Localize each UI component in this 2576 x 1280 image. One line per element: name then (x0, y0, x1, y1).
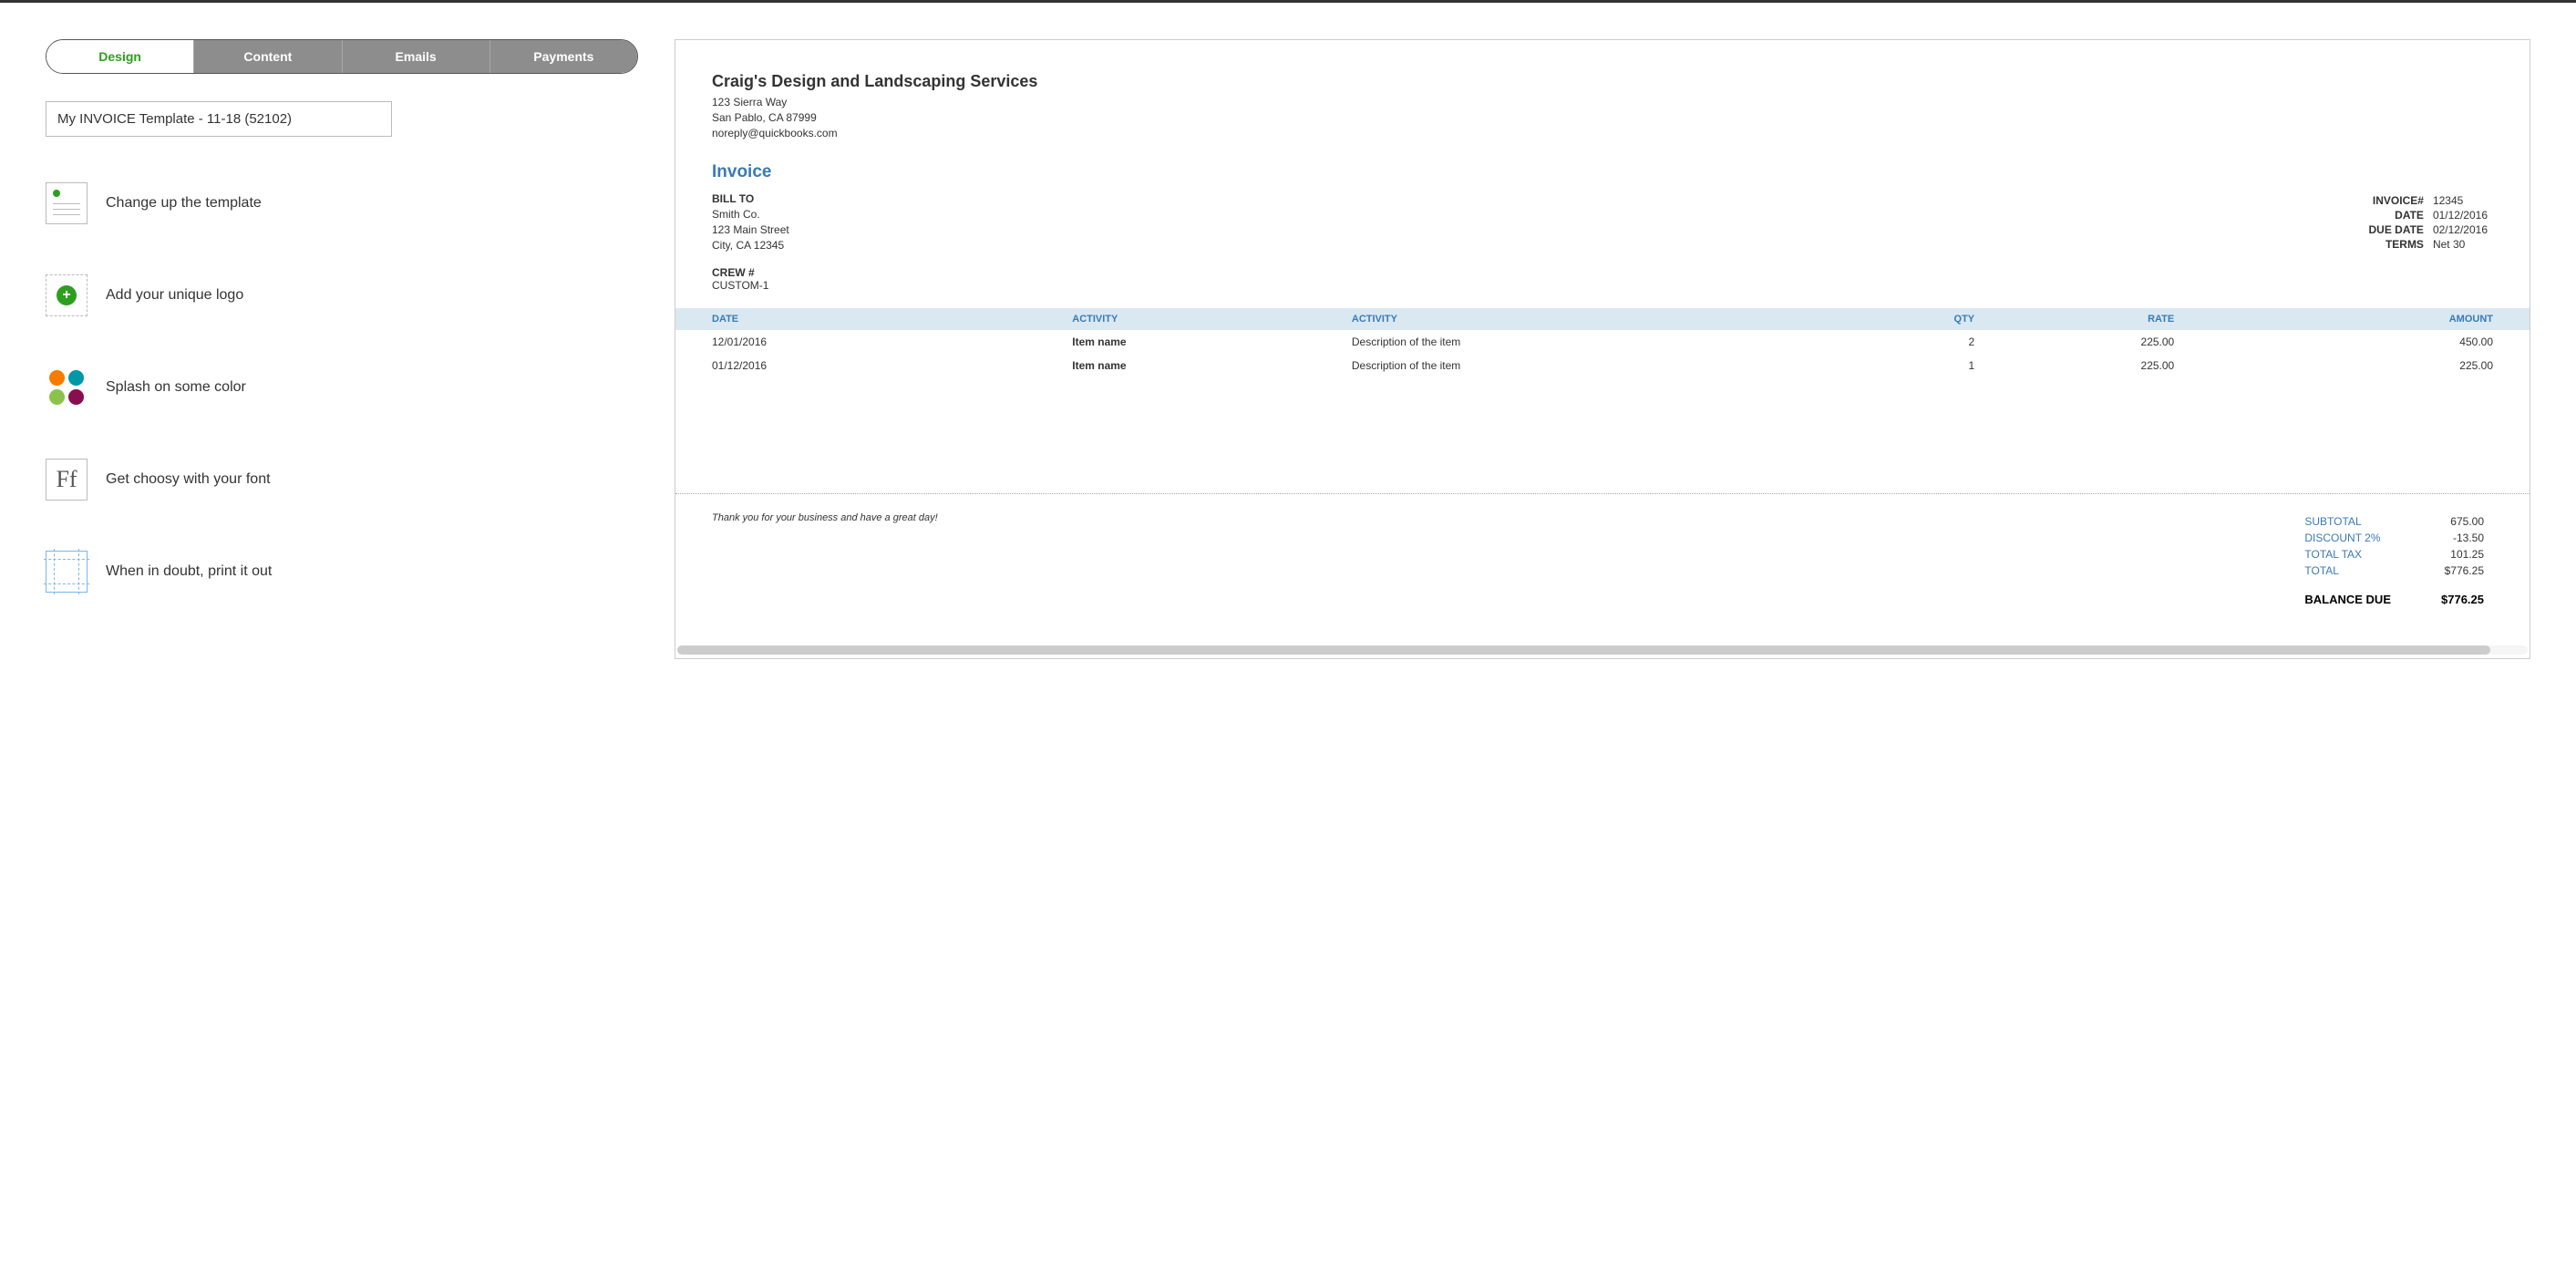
col-amount: AMOUNT (2183, 308, 2530, 330)
items-table: DATE ACTIVITY ACTIVITY QTY RATE AMOUNT 1… (675, 308, 2530, 377)
balance-label: BALANCE DUE (2297, 580, 2398, 607)
tabs-bar: Design Content Emails Payments (46, 39, 638, 74)
option-label: Splash on some color (106, 379, 246, 396)
meta-value: 12345 (2429, 193, 2491, 206)
col-qty: QTY (1833, 308, 1984, 330)
template-icon (46, 182, 88, 224)
cell-qty: 1 (1833, 354, 1984, 377)
tab-design[interactable]: Design (46, 40, 194, 73)
option-add-logo[interactable]: + Add your unique logo (46, 274, 638, 316)
option-font[interactable]: Ff Get choosy with your font (46, 459, 638, 501)
bill-to-addr: City, CA 12345 (712, 238, 789, 253)
tab-content[interactable]: Content (194, 40, 342, 73)
meta-label: TERMS (2365, 238, 2427, 251)
crew-value: CUSTOM-1 (712, 279, 2493, 292)
discount-label: DISCOUNT 2% (2297, 531, 2398, 545)
invoice-title: Invoice (712, 162, 2493, 182)
cell-qty: 2 (1833, 330, 1984, 354)
thank-you-message: Thank you for your business and have a g… (712, 512, 938, 609)
option-label: Get choosy with your font (106, 471, 271, 488)
cell-desc: Description of the item (1343, 330, 1834, 354)
meta-value: 02/12/2016 (2429, 223, 2491, 236)
cell-amount: 225.00 (2183, 354, 2530, 377)
option-color[interactable]: Splash on some color (46, 366, 638, 408)
subtotal-value: 675.00 (2400, 514, 2491, 529)
meta-label: INVOICE# (2365, 193, 2427, 206)
subtotal-label: SUBTOTAL (2297, 514, 2398, 529)
tab-payments[interactable]: Payments (490, 40, 637, 73)
tax-value: 101.25 (2400, 547, 2491, 562)
font-icon: Ff (46, 459, 88, 501)
invoice-meta: INVOICE#12345 DATE01/12/2016 DUE DATE02/… (2363, 191, 2493, 253)
option-label: Change up the template (106, 195, 262, 212)
company-addr-line: 123 Sierra Way (712, 95, 2493, 110)
total-value: $776.25 (2400, 563, 2491, 578)
cell-amount: 450.00 (2183, 330, 2530, 354)
bill-to-block: BILL TO Smith Co. 123 Main Street City, … (712, 191, 789, 253)
print-layout-icon (46, 551, 88, 593)
invoice-preview: Craig's Design and Landscaping Services … (675, 39, 2530, 659)
option-label: When in doubt, print it out (106, 563, 272, 580)
cell-date: 01/12/2016 (675, 354, 1063, 377)
col-activity: ACTIVITY (1063, 308, 1343, 330)
color-palette-icon (46, 366, 88, 408)
col-rate: RATE (1984, 308, 2183, 330)
bill-to-addr: 123 Main Street (712, 222, 789, 238)
table-row: 12/01/2016 Item name Description of the … (675, 330, 2530, 354)
company-addr-line: San Pablo, CA 87999 (712, 110, 2493, 126)
horizontal-scrollbar[interactable] (677, 645, 2528, 655)
meta-label: DUE DATE (2365, 223, 2427, 236)
discount-value: -13.50 (2400, 531, 2491, 545)
tab-emails[interactable]: Emails (343, 40, 490, 73)
tax-label: TOTAL TAX (2297, 547, 2398, 562)
add-logo-icon: + (46, 274, 88, 316)
totals-block: SUBTOTAL675.00 DISCOUNT 2%-13.50 TOTAL T… (2295, 512, 2493, 609)
cell-rate: 225.00 (1984, 354, 2183, 377)
template-name-input[interactable] (46, 101, 392, 137)
bill-to-name: Smith Co. (712, 207, 789, 222)
company-address: 123 Sierra Way San Pablo, CA 87999 norep… (712, 95, 2493, 140)
balance-value: $776.25 (2400, 580, 2491, 607)
cell-desc: Description of the item (1343, 354, 1834, 377)
table-row: 01/12/2016 Item name Description of the … (675, 354, 2530, 377)
crew-label: CREW # (712, 266, 2493, 279)
option-print[interactable]: When in doubt, print it out (46, 551, 638, 593)
meta-value: Net 30 (2429, 238, 2491, 251)
col-date: DATE (675, 308, 1063, 330)
plus-icon: + (57, 285, 77, 305)
crew-block: CREW # CUSTOM-1 (712, 266, 2493, 292)
option-change-template[interactable]: Change up the template (46, 182, 638, 224)
meta-value: 01/12/2016 (2429, 209, 2491, 222)
meta-label: DATE (2365, 209, 2427, 222)
cell-date: 12/01/2016 (675, 330, 1063, 354)
total-label: TOTAL (2297, 563, 2398, 578)
cell-rate: 225.00 (1984, 330, 2183, 354)
company-email: noreply@quickbooks.com (712, 126, 2493, 141)
cell-item: Item name (1063, 354, 1343, 377)
bill-to-label: BILL TO (712, 191, 789, 207)
company-name: Craig's Design and Landscaping Services (712, 72, 2493, 91)
col-activity: ACTIVITY (1343, 308, 1834, 330)
cell-item: Item name (1063, 330, 1343, 354)
option-label: Add your unique logo (106, 287, 243, 304)
